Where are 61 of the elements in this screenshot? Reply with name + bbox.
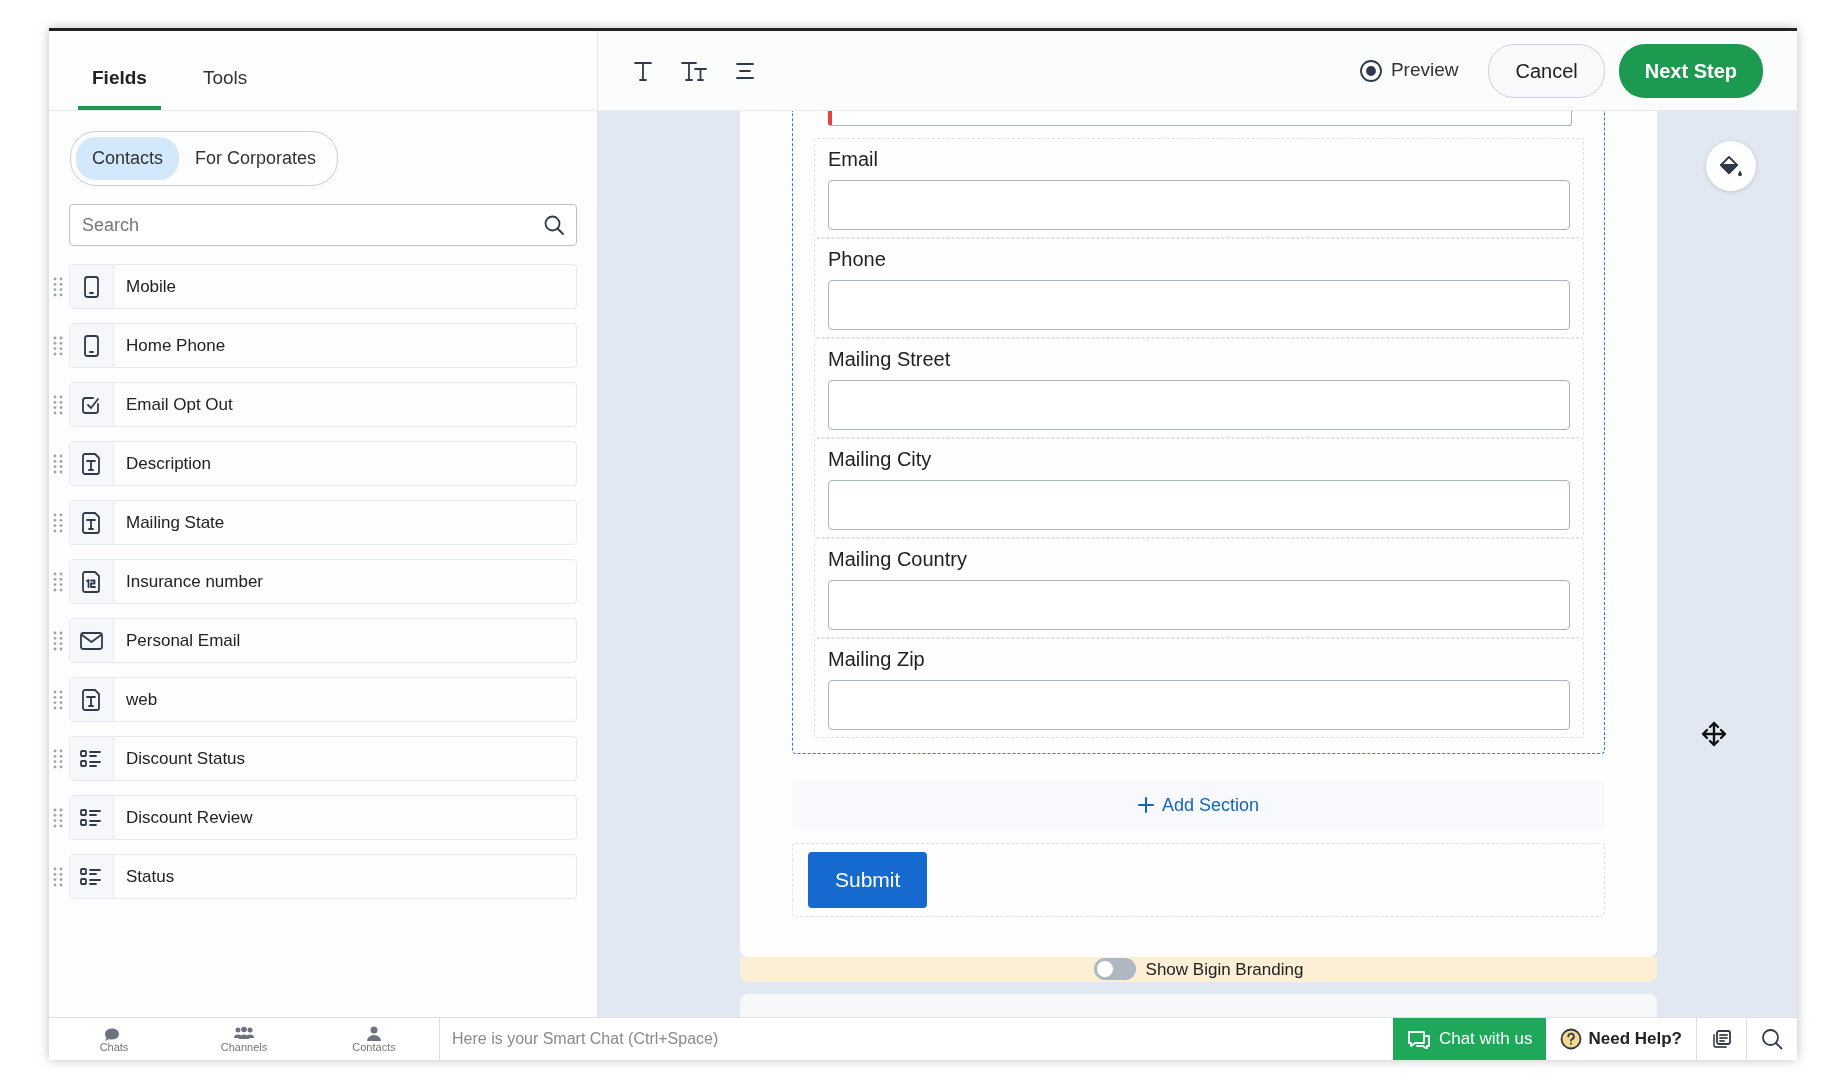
add-section-button[interactable]: Add Section: [792, 780, 1605, 830]
segment-option[interactable]: Contacts: [76, 137, 180, 180]
toggle-switch[interactable]: [1093, 958, 1136, 981]
drag-handle-icon: [53, 276, 63, 297]
drag-handle-icon: [53, 748, 63, 769]
chat-icon: [1406, 1029, 1431, 1049]
field-label: Email: [828, 147, 879, 172]
input-field[interactable]: [828, 111, 1572, 126]
field-label: Mailing Zip: [828, 647, 926, 672]
field-item[interactable]: Home Phone: [69, 323, 577, 368]
plus-icon: [1137, 797, 1154, 813]
people-icon: [233, 1025, 255, 1042]
eye-icon: [1358, 58, 1383, 83]
drag-handle-icon: [53, 630, 63, 651]
input-field[interactable]: [828, 480, 1570, 530]
branding-label: Show Bigin Branding: [1145, 958, 1304, 981]
field-item[interactable]: Insurance number: [69, 559, 577, 604]
submit-button[interactable]: Submit: [808, 852, 928, 908]
app-shortcut[interactable]: Channels: [179, 1018, 309, 1060]
paint-bucket-icon: [1718, 153, 1744, 179]
input-field[interactable]: [828, 380, 1570, 430]
field-label: Phone: [828, 247, 887, 272]
help-icon: [1560, 1028, 1583, 1050]
drag-handle-icon: [53, 571, 63, 592]
drag-handle-icon: [53, 866, 63, 887]
next-step-button[interactable]: Next Step: [1618, 43, 1763, 98]
field-item[interactable]: Email Opt Out: [69, 382, 577, 427]
field-label: Mailing Country: [828, 547, 968, 572]
preview-button[interactable]: Preview: [1352, 55, 1465, 86]
field-label: Mailing Street: [828, 347, 952, 372]
search-icon: [1761, 1028, 1783, 1050]
drag-handle-icon: [53, 453, 63, 474]
field-item[interactable]: Status: [69, 854, 577, 899]
segment-option[interactable]: For Corporates: [179, 137, 333, 180]
field-item[interactable]: Discount Review: [69, 795, 577, 840]
field-item[interactable]: Mobile: [69, 264, 577, 309]
field-item[interactable]: Discount Status: [69, 736, 577, 781]
input-field[interactable]: [828, 280, 1570, 330]
drag-handle-icon: [53, 689, 63, 710]
field-item[interactable]: web: [69, 677, 577, 722]
field-item[interactable]: Description: [69, 441, 577, 486]
notes-icon: [1711, 1029, 1732, 1049]
input-field[interactable]: [828, 680, 1570, 730]
search-field[interactable]: Search: [69, 204, 577, 246]
field-item[interactable]: Personal Email: [69, 618, 577, 663]
paint-bucket-button[interactable]: [1706, 141, 1756, 191]
app-shortcut[interactable]: Chats: [49, 1018, 179, 1060]
input-field[interactable]: [828, 580, 1570, 630]
drag-handle-icon: [53, 807, 63, 828]
drag-handle-icon: [53, 394, 63, 415]
drag-handle-icon: [53, 512, 63, 533]
search-icon: [543, 214, 565, 236]
app-shortcut[interactable]: Contacts: [309, 1018, 439, 1060]
sidebar-tab[interactable]: Fields: [78, 63, 161, 110]
input-field[interactable]: [828, 180, 1570, 230]
sidebar-tab[interactable]: Tools: [188, 63, 262, 110]
move-cursor-icon: [1701, 721, 1727, 747]
field-item[interactable]: Mailing State: [69, 500, 577, 545]
drag-handle-icon: [53, 335, 63, 356]
field-label: Mailing City: [828, 447, 933, 472]
cancel-button[interactable]: Cancel: [1488, 43, 1605, 98]
